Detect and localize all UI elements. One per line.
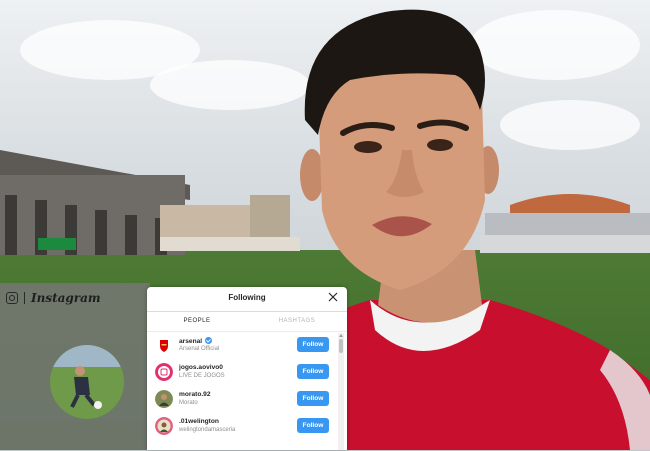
scrollbar-thumb[interactable] — [339, 339, 343, 353]
username[interactable]: arsenal — [179, 337, 213, 345]
arsenal-crest-icon — [155, 336, 173, 354]
username[interactable]: jogos.aovivo0 — [179, 364, 223, 371]
following-list: arsenal Arsenal Official Follow jogos.ao… — [147, 331, 347, 451]
follow-button[interactable]: Follow — [297, 418, 329, 433]
profile-photo-icon — [50, 345, 124, 419]
tab-people[interactable]: PEOPLE — [147, 312, 247, 332]
tab-bar: PEOPLE HASHTAGS — [147, 311, 347, 332]
scroll-up-arrow-icon[interactable] — [339, 334, 343, 337]
verified-badge-icon — [205, 337, 213, 344]
username[interactable]: .01welington — [179, 418, 219, 425]
tab-hashtags[interactable]: HASHTAGS — [247, 312, 347, 331]
display-name: Arsenal Official — [179, 346, 220, 352]
follow-button[interactable]: Follow — [297, 364, 329, 379]
instagram-header: Instagram — [6, 290, 101, 306]
list-item[interactable]: morato.92 Morato Follow — [147, 388, 337, 414]
player-photo-icon — [155, 417, 173, 435]
following-dialog: Following PEOPLE HASHTAGS arsenal Arsena… — [147, 287, 347, 450]
username[interactable]: morato.92 — [179, 391, 211, 398]
instagram-profile-panel: Instagram — [0, 283, 150, 450]
display-name: Morato — [179, 400, 198, 406]
pink-logo-icon — [155, 363, 173, 381]
header-divider — [24, 292, 25, 304]
dialog-title: Following — [228, 293, 266, 302]
display-name: LIVE DE JOGOS — [179, 373, 225, 379]
scrollbar[interactable] — [338, 333, 344, 450]
instagram-wordmark[interactable]: Instagram — [31, 291, 101, 305]
follow-button[interactable]: Follow — [297, 391, 329, 406]
profile-avatar[interactable] — [50, 345, 124, 419]
follow-button[interactable]: Follow — [297, 337, 329, 352]
instagram-logo-icon[interactable] — [6, 292, 18, 304]
list-item[interactable]: jogos.aovivo0 LIVE DE JOGOS Follow — [147, 361, 337, 387]
display-name: welingtondamasceria — [179, 427, 236, 433]
close-icon[interactable] — [327, 291, 339, 303]
list-item[interactable]: arsenal Arsenal Official Follow — [147, 334, 337, 360]
list-item[interactable]: .01welington welingtondamasceria Follow — [147, 415, 337, 441]
player-photo-icon — [155, 390, 173, 408]
